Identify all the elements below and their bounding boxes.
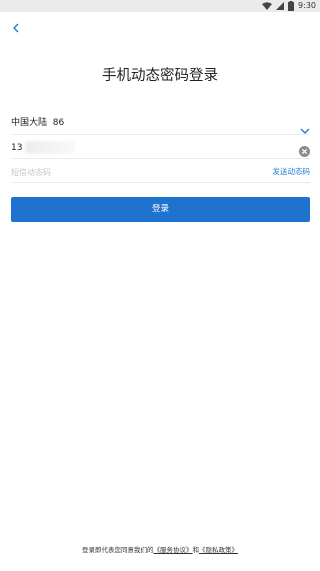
privacy-policy-link[interactable]: 《隐私政策》 [199,546,238,554]
status-icons: 9:30 [262,1,316,11]
chevron-left-icon [12,18,20,37]
region-selector[interactable]: 中国大陆 86 [11,113,310,135]
phone-field[interactable]: 13 [11,137,310,159]
back-button[interactable] [9,20,23,34]
page-title: 手机动态密码登录 [102,68,218,84]
chevron-down-icon[interactable] [300,119,310,138]
clear-icon[interactable] [299,142,310,157]
send-code-button[interactable]: 发送动态码 [273,167,311,177]
agreement-text: 登录即代表您同意我们的《服务协议》和《隐私政策》 [0,546,320,555]
sms-code-input[interactable] [11,165,211,179]
region-code-text: 中国大陆 86 [11,118,65,128]
wifi-icon [262,2,273,10]
login-button[interactable]: 登录 [11,197,310,222]
service-agreement-link[interactable]: 《服务协议》 [154,546,193,554]
redacted-phone-mask [25,141,75,154]
battery-icon [288,1,295,11]
status-time: 9:30 [298,1,316,10]
signal-icon [276,2,285,10]
agreement-prefix: 登录即代表您同意我们的 [82,546,154,554]
sms-code-row: 发送动态码 [11,161,310,183]
status-bar: 9:30 [0,0,320,12]
phone-input[interactable]: 13 [11,142,22,154]
